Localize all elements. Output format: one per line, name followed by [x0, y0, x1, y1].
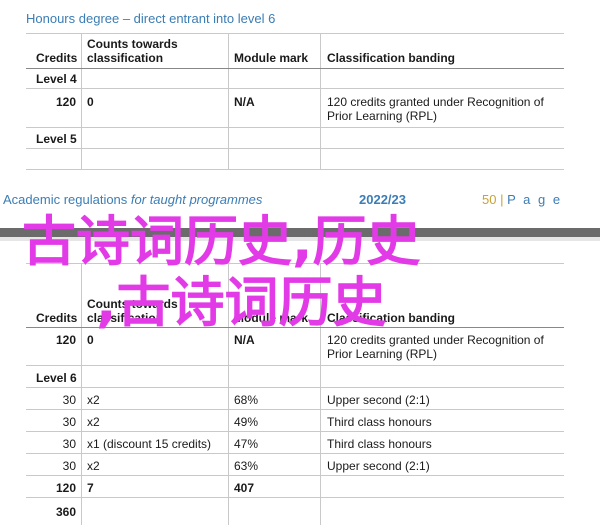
- cell-credits: 120: [55, 95, 76, 109]
- header-banding: Classification banding: [327, 51, 456, 65]
- cell-counts: x2: [87, 393, 100, 407]
- footer-page-word: P a g e: [507, 192, 563, 207]
- header-rule: [26, 68, 564, 69]
- row-rule: [26, 431, 564, 432]
- watermark-text-line-1: 古诗词历史,历史: [22, 210, 421, 273]
- footer-title-sub: for taught programmes: [127, 192, 263, 207]
- row-rule: [26, 365, 564, 366]
- footer-page-separator: |: [500, 192, 504, 207]
- header-credits: Credits: [36, 311, 78, 325]
- cell-banding: Upper second (2:1): [327, 459, 430, 473]
- cell-credits: 30: [62, 415, 76, 429]
- cell-counts: x2: [87, 415, 100, 429]
- cell-credits: 30: [62, 393, 76, 407]
- row-rule: [26, 497, 564, 498]
- level-6-label: Level 6: [36, 371, 77, 385]
- cell-mark: 63%: [234, 459, 259, 473]
- footer-page-number: 50: [482, 192, 497, 207]
- watermark-text-line-2: ,古诗词历史: [96, 271, 387, 334]
- row-rule: [26, 409, 564, 410]
- footer-title: Academic regulations for taught programm…: [3, 192, 262, 207]
- cell-mark: 49%: [234, 415, 259, 429]
- cell-mark: 68%: [234, 393, 259, 407]
- cell-counts: x1 (discount 15 credits): [87, 437, 212, 451]
- header-credits: Credits: [36, 51, 78, 65]
- cell-mark: N/A: [234, 333, 255, 347]
- cell-mark: 47%: [234, 437, 259, 451]
- row-rule: [26, 387, 564, 388]
- cell-credits: 30: [62, 459, 76, 473]
- cell-credits: 120: [55, 333, 76, 347]
- level-4-label: Level 4: [36, 72, 77, 86]
- row-rule: [26, 169, 564, 170]
- cell-banding: 120 credits granted under Recognition of…: [327, 333, 544, 361]
- total-counts: 7: [87, 481, 94, 495]
- row-rule: [26, 88, 564, 89]
- level-5-label: Level 5: [36, 132, 77, 146]
- section-title: Honours degree – direct entrant into lev…: [26, 11, 276, 26]
- cell-counts: 0: [87, 95, 94, 109]
- row-rule: [26, 453, 564, 454]
- total-mark: 407: [234, 481, 255, 495]
- table-top-rule: [26, 33, 564, 34]
- footer-page: 50 | P a g e: [482, 192, 562, 207]
- footer-title-main: Academic regulations: [3, 192, 128, 207]
- row-rule: [26, 475, 564, 476]
- total-credits: 120: [55, 481, 76, 495]
- row-rule: [26, 127, 564, 128]
- cell-counts: x2: [87, 459, 100, 473]
- footer-year: 2022/23: [359, 192, 406, 207]
- header-counts: Counts towards classification: [87, 37, 178, 65]
- grand-total-credits: 360: [55, 505, 76, 519]
- cell-mark: N/A: [234, 95, 255, 109]
- cell-counts: 0: [87, 333, 94, 347]
- cell-credits: 30: [62, 437, 76, 451]
- cell-banding: Upper second (2:1): [327, 393, 430, 407]
- cell-banding: Third class honours: [327, 437, 432, 451]
- header-module-mark: Module mark: [234, 51, 309, 65]
- col-divider: [81, 263, 82, 525]
- cell-banding: 120 credits granted under Recognition of…: [327, 95, 544, 123]
- cell-banding: Third class honours: [327, 415, 432, 429]
- row-rule: [26, 148, 564, 149]
